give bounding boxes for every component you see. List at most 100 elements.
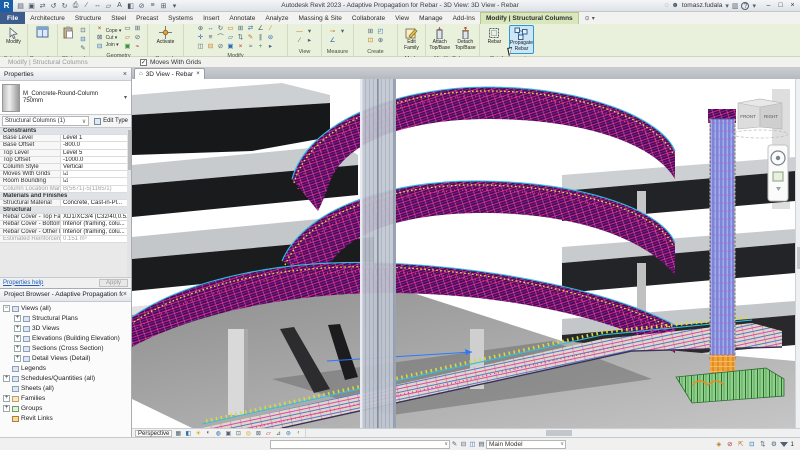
crop-view-icon[interactable]: ▣: [224, 430, 232, 437]
sun-path-icon[interactable]: ☀: [194, 430, 202, 437]
horizontal-scrollbar[interactable]: [305, 429, 800, 437]
shadows-icon[interactable]: ◐: [204, 430, 212, 436]
tree-item-schedules[interactable]: +Schedules/Quantities (all): [0, 374, 131, 384]
app-store-icon[interactable]: ▥: [732, 2, 739, 10]
navigation-bar[interactable]: [768, 145, 788, 201]
measure-tools[interactable]: ⊸▾ ∠: [329, 28, 347, 45]
editable-only-icon[interactable]: ◈: [714, 440, 723, 448]
tree-item-sheets[interactable]: Sheets (all): [0, 384, 131, 394]
qat-customize-icon[interactable]: ▾: [170, 2, 179, 10]
modify-button[interactable]: Modify: [2, 25, 25, 54]
properties-close-icon[interactable]: ×: [123, 71, 127, 78]
tree-item-elevations[interactable]: +Elevations (Building Elevation): [0, 334, 131, 344]
aligned-dimension-icon[interactable]: ↔: [93, 2, 102, 10]
moves-with-grids-checkbox[interactable]: ✓: [140, 59, 147, 66]
tab-modify-structural-columns[interactable]: Modify | Structural Columns: [480, 12, 579, 24]
temporary-view-properties-icon[interactable]: ▱: [264, 430, 272, 437]
reveal-hidden-icon[interactable]: ◎: [244, 430, 252, 437]
main-model-icon[interactable]: ▤: [477, 440, 486, 448]
tab-massing-site[interactable]: Massing & Site: [293, 12, 346, 24]
type-selector-caret-icon[interactable]: ▾: [124, 94, 129, 101]
help-menu-caret-icon[interactable]: ▾: [752, 2, 756, 10]
restore-button[interactable]: □: [775, 2, 786, 9]
view-tools[interactable]: —▾ ∕▸: [296, 28, 314, 45]
design-option-select[interactable]: Main Model ∨: [486, 440, 566, 449]
view-tab-close-icon[interactable]: ×: [196, 71, 200, 77]
properties-help-link[interactable]: Properties help: [3, 280, 43, 286]
tab-file[interactable]: File: [0, 12, 25, 24]
tree-item-structural-plans[interactable]: +Structural Plans: [0, 314, 131, 324]
param-value[interactable]: Level 5: [60, 150, 131, 156]
search-icon[interactable]: ◌: [664, 2, 668, 9]
section-materials[interactable]: Materials and Finishes: [0, 193, 67, 199]
editing-requests-icon[interactable]: ✎: [450, 440, 459, 448]
tree-item-legends[interactable]: Legends: [0, 364, 131, 374]
perspective-indicator[interactable]: Perspective: [135, 430, 172, 437]
clipboard-tools[interactable]: ⊡ ⊟ ✎: [79, 27, 87, 53]
tab-analyze[interactable]: Analyze: [260, 12, 293, 24]
param-value[interactable]: -800.0: [60, 142, 131, 148]
tab-add-ins[interactable]: Add-Ins: [448, 12, 480, 24]
minimize-button[interactable]: –: [763, 2, 774, 9]
temporary-hide-icon[interactable]: ⊠: [254, 430, 262, 437]
edit-family-button[interactable]: Edit Family: [400, 25, 423, 54]
worksets-icon[interactable]: ⊟: [459, 440, 468, 448]
tab-architecture[interactable]: Architecture: [25, 12, 70, 24]
select-pinned-icon[interactable]: ⇅: [758, 440, 767, 448]
tab-annotate[interactable]: Annotate: [224, 12, 260, 24]
type-selector[interactable]: M_Concrete-Round-Column 750mm ▾: [0, 81, 131, 115]
selected-column-rebar[interactable]: [360, 79, 396, 428]
section-icon[interactable]: ⊘: [137, 2, 146, 10]
tab-structure[interactable]: Structure: [70, 12, 106, 24]
tree-item-detail-views[interactable]: +Detail Views (Detail): [0, 354, 131, 364]
param-value[interactable]: Concrete, Cast-in-Pl...: [60, 200, 131, 206]
ribbon-state-caret-icon[interactable]: ▾: [592, 15, 595, 22]
detail-level-icon[interactable]: ▦: [174, 430, 182, 437]
tab-insert[interactable]: Insert: [198, 12, 224, 24]
sync-icon[interactable]: ⇄: [38, 2, 47, 10]
press-drag-icon[interactable]: ⇱: [736, 440, 745, 448]
geometry-tools-left[interactable]: × ⊠ ⊟: [96, 25, 104, 51]
rebar-button[interactable]: Rebar: [482, 25, 507, 54]
param-value[interactable]: Interior (framing, colu...: [60, 229, 131, 235]
join-button[interactable]: Join ▾: [106, 42, 122, 48]
detach-top-base-button[interactable]: Detach Top/Base: [454, 25, 478, 54]
tree-item-groups[interactable]: +Groups: [0, 404, 131, 414]
edit-type-button[interactable]: Edit Type: [91, 118, 131, 125]
tree-item-views[interactable]: −Views (all): [0, 304, 131, 314]
param-value[interactable]: Vertical: [60, 164, 131, 170]
show-crop-icon[interactable]: ⊡: [234, 430, 242, 437]
tree-item-revit-links[interactable]: Revit Links: [0, 414, 131, 424]
save-icon[interactable]: ▣: [27, 2, 36, 10]
thin-lines-icon[interactable]: ≡: [148, 2, 157, 10]
tree-item-sections[interactable]: +Sections (Cross Section): [0, 344, 131, 354]
switch-windows-icon[interactable]: ⊞: [159, 2, 168, 10]
view-tab-3d-rebar[interactable]: ⌂ 3D View - Rebar ×: [134, 68, 205, 79]
active-workset-select[interactable]: ∨: [270, 440, 450, 449]
revit-logo[interactable]: R: [0, 0, 13, 12]
default-3d-view-icon[interactable]: ◧: [126, 2, 135, 10]
undo-icon[interactable]: ↺: [49, 2, 58, 10]
tab-collaborate[interactable]: Collaborate: [347, 12, 390, 24]
modify-tools[interactable]: ⊕↔↻▭⊞⇄∠∕ ✛≡⌒▱⇅✎∥⊜ ◫⊟⊘▣×≈+▸: [197, 25, 275, 51]
text-icon[interactable]: A: [115, 2, 124, 10]
paste-button[interactable]: [60, 25, 77, 54]
open-icon[interactable]: ▤: [16, 2, 25, 10]
visual-style-icon[interactable]: ◧: [184, 430, 192, 437]
param-value[interactable]: XD1/XC3/4 (C32/40,0.5...: [60, 214, 131, 220]
apply-button[interactable]: Apply: [99, 279, 128, 287]
user-menu-caret-icon[interactable]: ▾: [725, 2, 729, 10]
design-options-icon[interactable]: ◫: [468, 440, 477, 448]
redo-icon[interactable]: ↻: [60, 2, 69, 10]
instance-filter-select[interactable]: Structural Columns (1) ∨: [2, 116, 89, 126]
section-constraints[interactable]: Constraints: [0, 128, 36, 134]
tab-steel[interactable]: Steel: [106, 12, 131, 24]
close-button[interactable]: ×: [787, 2, 798, 9]
create-tools[interactable]: ⊞◰ ⊡⊕: [367, 28, 385, 45]
activate-controls-button[interactable]: Activate: [153, 25, 179, 54]
param-value[interactable]: Interior (framing, colu...: [60, 221, 131, 227]
exclude-options-icon[interactable]: ⊘: [725, 440, 734, 448]
model-viewport[interactable]: FRONT RIGHT: [132, 79, 795, 428]
tree-item-families[interactable]: +Families: [0, 394, 131, 404]
tag-icon[interactable]: ▱: [104, 2, 113, 10]
